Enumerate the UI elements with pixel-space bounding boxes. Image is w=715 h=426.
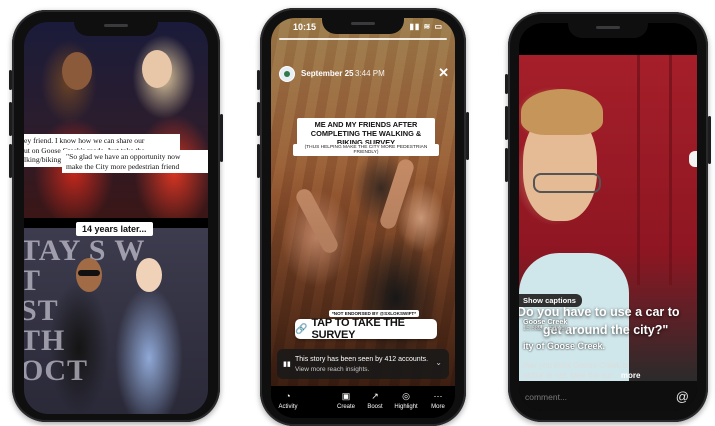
phone-mockup-left: ey friend. I know how we can share our u… xyxy=(9,10,223,422)
power-button xyxy=(220,114,223,162)
notch xyxy=(568,20,648,38)
chevron-down-icon: ⌄ xyxy=(435,358,442,367)
highlight-icon: ◎ xyxy=(402,391,410,401)
volume-up-button xyxy=(257,102,260,136)
mute-switch xyxy=(9,70,12,90)
person-face xyxy=(142,50,172,88)
highlight-button[interactable]: ◎ Highlight xyxy=(391,390,421,410)
survey-link-label: TAP TO TAKE THE SURVEY xyxy=(311,317,405,341)
instagram-story-screen[interactable]: 10:15 ▮▮ ≋ ▭ September 25 3:44 PM ✕ ME A… xyxy=(271,18,455,418)
volume-up-button xyxy=(505,106,508,140)
story-header: September 25 3:44 PM ✕ xyxy=(279,65,449,84)
story-screen[interactable]: ey friend. I know how we can share our u… xyxy=(24,22,208,414)
show-captions-button[interactable]: Show captions xyxy=(519,294,582,307)
more-button[interactable]: ⋯ More xyxy=(423,390,453,410)
locker-edge xyxy=(637,55,640,285)
power-button xyxy=(466,112,469,160)
story-toolbar: ◔ Activity ▣ Create ↗ Boost ◎ Highlight … xyxy=(271,386,455,418)
volume-down-button xyxy=(257,144,260,178)
reel-description-line-2: ssible or not, take the sur... xyxy=(523,370,619,380)
create-icon: ▣ xyxy=(341,391,351,401)
reel-screen[interactable]: Show captions Do you have to use a car t… xyxy=(519,23,697,411)
more-icon: ⋯ xyxy=(433,391,443,401)
meme-photo-bottom: TAY S W T ST TH OCT xyxy=(24,228,208,414)
story-time: 3:44 PM xyxy=(355,69,385,78)
story-date: September 25 xyxy=(301,69,354,78)
earpiece-speaker xyxy=(596,26,620,29)
power-button xyxy=(708,116,711,164)
activity-button[interactable]: ◔ Activity xyxy=(273,390,303,410)
notch xyxy=(74,18,158,36)
meme-divider-label: 14 years later... xyxy=(76,222,153,236)
glasses-shape xyxy=(533,173,601,193)
reach-count-text: This story has been seen by 412 accounts… xyxy=(295,356,429,363)
mute-switch xyxy=(505,74,508,94)
reel-author-line: ity of Goose Creek. xyxy=(523,341,606,351)
reel-description-line-1: ther you think Goose Creek is xyxy=(523,361,629,370)
person-face xyxy=(136,258,162,292)
mention-icon[interactable]: @ xyxy=(676,389,689,404)
story-subtitle-sticker: (THUS HELPING MAKE THE CITY MORE PEDESTR… xyxy=(293,144,439,156)
sunglasses-shape xyxy=(78,270,100,276)
toolbar-label: Boost xyxy=(367,404,383,410)
toolbar-label: Create xyxy=(336,404,355,410)
person-face xyxy=(62,52,92,90)
create-button[interactable]: ▣ Create xyxy=(331,390,361,410)
disclaimer-sticker: *NOT ENDORSED BY @SXLOKSWIFT* xyxy=(329,310,420,317)
side-handle[interactable] xyxy=(689,151,697,167)
volume-down-button xyxy=(9,144,12,178)
volume-down-button xyxy=(505,148,508,182)
bar-chart-icon: ▮▮ xyxy=(283,361,291,368)
reach-insights-banner[interactable]: ▮▮ This story has been seen by 412 accou… xyxy=(277,349,449,379)
activity-icon: ◔ xyxy=(285,391,291,401)
more-link[interactable]: more xyxy=(621,371,641,380)
story-progress-bar xyxy=(279,38,447,40)
survey-link-sticker[interactable]: 🔗 TAP TO TAKE THE SURVEY xyxy=(295,317,437,341)
phone-mockup-right: Show captions Do you have to use a car t… xyxy=(505,12,711,422)
status-time: 10:15 xyxy=(293,22,317,32)
boost-icon: ↗ xyxy=(371,391,379,401)
person-hair xyxy=(521,89,603,135)
meme-caption-bottom: "So glad we have an opportunity now make… xyxy=(62,150,208,173)
meme-photo-top xyxy=(24,22,208,218)
status-icons: ▮▮ ≋ ▭ xyxy=(409,22,443,31)
reel-description[interactable]: ther you think Goose Creek is ssible or … xyxy=(523,361,695,380)
toolbar-label: Highlight xyxy=(394,404,418,410)
avatar[interactable] xyxy=(279,66,295,82)
toolbar-label: More xyxy=(431,404,445,410)
locker-edge xyxy=(669,55,672,285)
phone-mockup-center: 10:15 ▮▮ ≋ ▭ September 25 3:44 PM ✕ ME A… xyxy=(257,8,469,426)
comment-bar: comment... @ xyxy=(519,381,697,411)
reel-meta: 15,682 ... 5d ago xyxy=(523,326,569,332)
link-icon: 🔗 xyxy=(295,323,308,335)
account-name[interactable]: Goose Creek xyxy=(523,317,567,326)
close-icon[interactable]: ✕ xyxy=(438,65,449,81)
boost-button[interactable]: ↗ Boost xyxy=(360,390,390,410)
mute-switch xyxy=(257,70,260,90)
volume-up-button xyxy=(9,102,12,136)
toolbar-label: Activity xyxy=(278,404,298,410)
notch xyxy=(322,16,404,34)
reach-insights-link[interactable]: View more reach insights. xyxy=(295,366,369,373)
earpiece-speaker xyxy=(104,24,128,27)
earpiece-speaker xyxy=(351,22,375,25)
comment-input[interactable]: comment... xyxy=(525,392,567,402)
